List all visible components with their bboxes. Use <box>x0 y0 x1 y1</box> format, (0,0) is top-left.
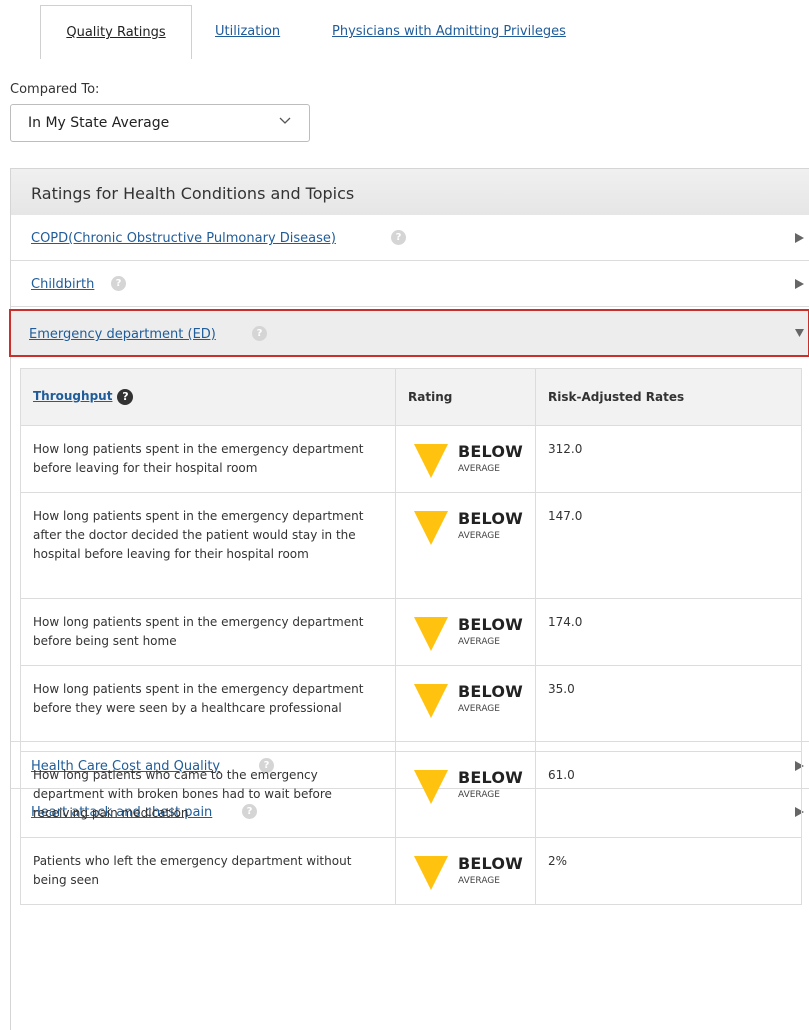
panel-title: Ratings for Health Conditions and Topics <box>31 184 355 203</box>
topic-row-emergency[interactable]: Emergency department (ED) ? <box>9 309 809 357</box>
rate-value: 147.0 <box>535 492 802 599</box>
rating-sublabel: AVERAGE <box>458 704 500 714</box>
compared-to-value: In My State Average <box>28 115 170 131</box>
rating-cell: BELOW AVERAGE <box>395 425 536 493</box>
rating-cell: BELOW AVERAGE <box>395 837 536 905</box>
help-icon[interactable]: ? <box>252 326 267 341</box>
help-icon[interactable]: ? <box>117 389 134 405</box>
triangle-right-icon[interactable] <box>795 233 804 243</box>
header-rating: Rating <box>395 368 536 426</box>
topic-row-childbirth[interactable]: Childbirth ? <box>11 261 809 307</box>
rating-sublabel: AVERAGE <box>458 637 500 647</box>
topic-row-copd[interactable]: COPD(Chronic Obstructive Pulmonary Disea… <box>11 215 809 261</box>
table-row: Patients who left the emergency departme… <box>20 837 802 905</box>
header-rates: Risk-Adjusted Rates <box>535 368 802 426</box>
rating-cell: BELOW AVERAGE <box>395 598 536 666</box>
emergency-detail: Throughput? Rating Risk-Adjusted Rates H… <box>20 368 802 905</box>
measure-text: How long patients spent in the emergency… <box>20 665 396 752</box>
rating-badge: BELOW AVERAGE <box>408 507 523 547</box>
triangle-down-rating-icon <box>414 444 448 478</box>
topic-link-emergency[interactable]: Emergency department (ED) <box>29 327 216 342</box>
rating-label: BELOW <box>458 442 523 461</box>
measure-text: How long patients spent in the emergency… <box>20 598 396 666</box>
triangle-down-rating-icon <box>414 684 448 718</box>
throughput-link[interactable]: Throughput <box>33 389 112 403</box>
rating-cell: BELOW AVERAGE <box>395 492 536 599</box>
tab-bar: Quality Ratings Utilization Physicians w… <box>40 5 809 61</box>
rating-label: BELOW <box>458 509 523 528</box>
measure-text: How long patients spent in the emergency… <box>20 492 396 599</box>
topic-link-copd[interactable]: COPD(Chronic Obstructive Pulmonary Disea… <box>31 231 336 246</box>
rating-label: BELOW <box>458 682 523 701</box>
rating-cell: BELOW AVERAGE <box>395 665 536 752</box>
throughput-table: Throughput? Rating Risk-Adjusted Rates H… <box>20 368 802 905</box>
table-row: How long patients spent in the emergency… <box>20 492 802 599</box>
rating-badge: BELOW AVERAGE <box>408 440 523 480</box>
compared-to-label: Compared To: <box>10 82 100 97</box>
topic-link-childbirth[interactable]: Childbirth <box>31 277 94 292</box>
rate-value: 35.0 <box>535 665 802 752</box>
rating-cell: BELOW AVERAGE <box>395 751 536 838</box>
measure-text: How long patients spent in the emergency… <box>20 425 396 493</box>
panel-header: Ratings for Health Conditions and Topics <box>11 169 809 216</box>
rating-sublabel: AVERAGE <box>458 876 500 886</box>
table-row: How long patients spent in the emergency… <box>20 665 802 752</box>
triangle-down-rating-icon <box>414 856 448 890</box>
triangle-down-rating-icon <box>414 770 448 804</box>
rating-label: BELOW <box>458 768 523 787</box>
help-icon[interactable]: ? <box>111 276 126 291</box>
rating-badge: BELOW AVERAGE <box>408 852 523 892</box>
tab-physicians[interactable]: Physicians with Admitting Privileges <box>312 5 586 59</box>
help-icon[interactable]: ? <box>391 230 406 245</box>
triangle-down-rating-icon <box>414 511 448 545</box>
table-header-row: Throughput? Rating Risk-Adjusted Rates <box>20 368 802 426</box>
table-row: How long patients spent in the emergency… <box>20 598 802 666</box>
rating-badge: BELOW AVERAGE <box>408 613 523 653</box>
rate-value: 61.0 <box>535 751 802 838</box>
measure-text: How long patients who came to the emerge… <box>20 751 396 838</box>
rate-value: 2% <box>535 837 802 905</box>
tab-utilization[interactable]: Utilization <box>195 5 300 59</box>
header-throughput: Throughput? <box>20 368 396 426</box>
rating-label: BELOW <box>458 615 523 634</box>
compared-to-select[interactable]: In My State Average <box>10 104 310 142</box>
measure-text: Patients who left the emergency departme… <box>20 837 396 905</box>
rating-sublabel: AVERAGE <box>458 464 500 474</box>
triangle-down-rating-icon <box>414 617 448 651</box>
rating-sublabel: AVERAGE <box>458 531 500 541</box>
rating-badge: BELOW AVERAGE <box>408 766 523 806</box>
rate-value: 174.0 <box>535 598 802 666</box>
triangle-down-icon[interactable] <box>795 328 804 338</box>
rating-badge: BELOW AVERAGE <box>408 680 523 720</box>
chevron-down-icon <box>279 117 291 124</box>
triangle-right-icon[interactable] <box>795 279 804 289</box>
tab-quality-ratings[interactable]: Quality Ratings <box>40 5 192 59</box>
rating-label: BELOW <box>458 854 523 873</box>
rate-value: 312.0 <box>535 425 802 493</box>
table-row: How long patients who came to the emerge… <box>20 751 802 838</box>
table-row: How long patients spent in the emergency… <box>20 425 802 493</box>
rating-sublabel: AVERAGE <box>458 790 500 800</box>
